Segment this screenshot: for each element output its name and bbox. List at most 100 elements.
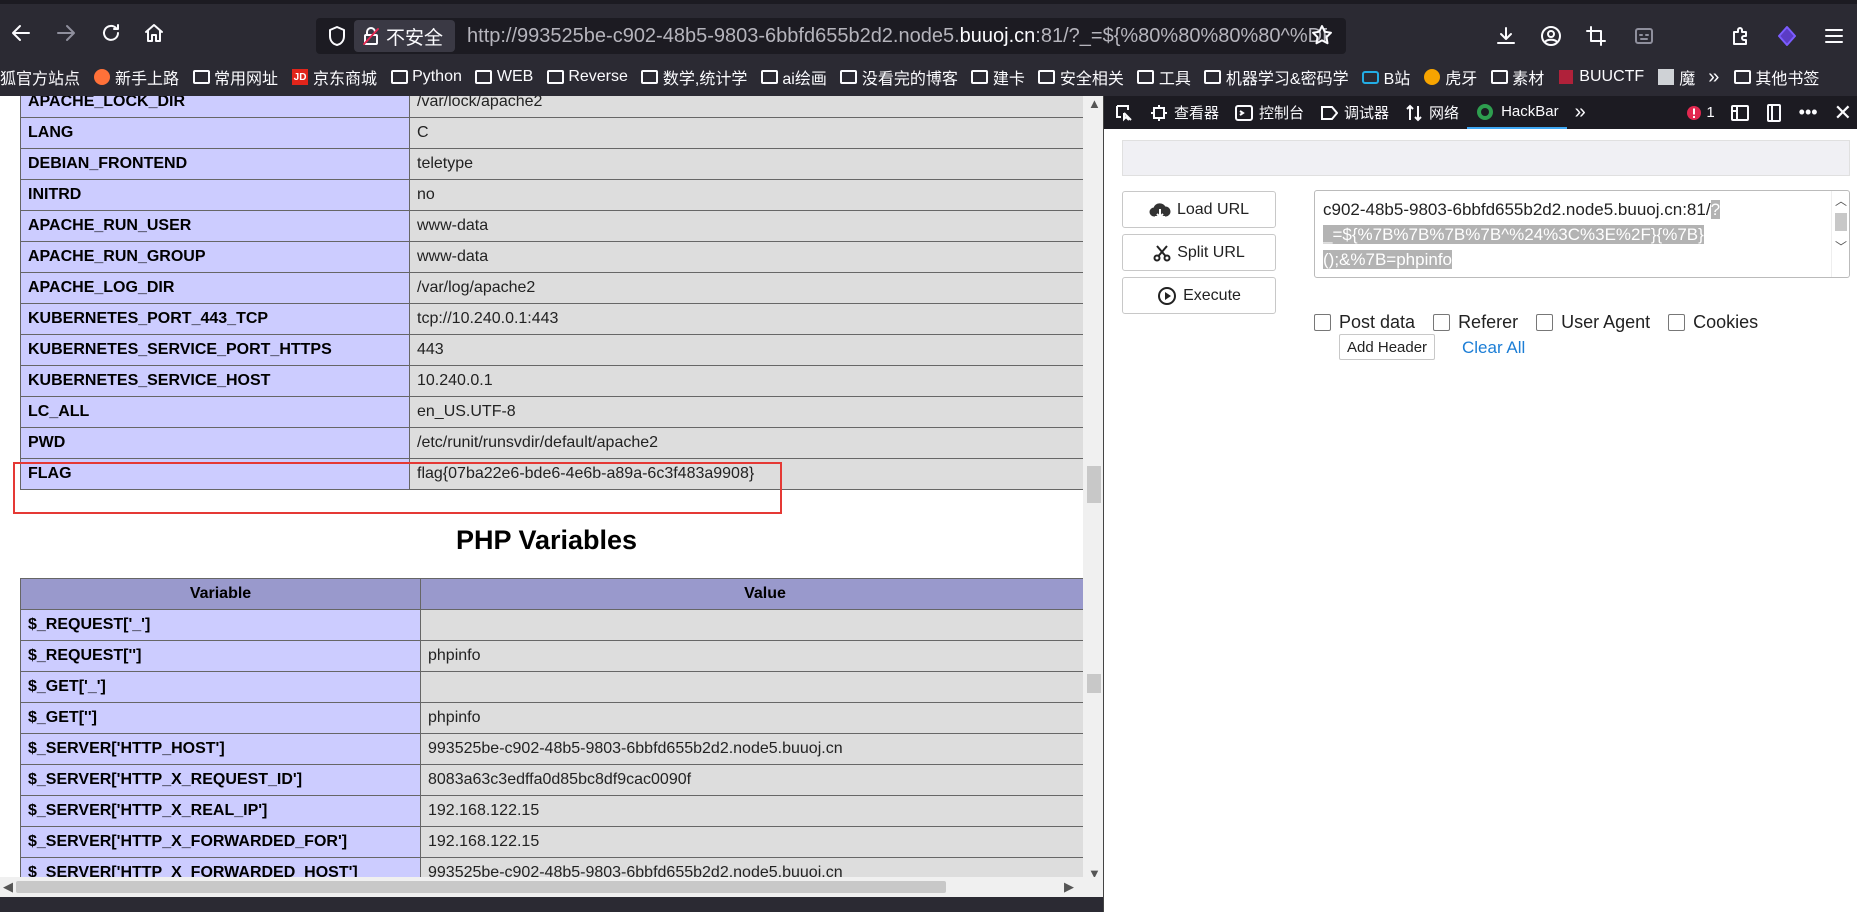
bookmark-item[interactable]: Reverse	[546, 68, 628, 86]
chevron-up-icon[interactable]: ︿	[1835, 191, 1847, 214]
extensions-menu-button[interactable]	[1727, 22, 1755, 50]
bookmark-item[interactable]: Python	[390, 68, 462, 86]
bookmark-item[interactable]: 新手上路	[93, 65, 179, 89]
checkbox-label: Referer	[1458, 312, 1519, 332]
table-row: LANG C	[20, 117, 1103, 149]
devtools-options-icon[interactable]: •••	[1791, 96, 1826, 129]
insecure-label: 不安全	[386, 27, 444, 49]
bookmark-item[interactable]: 素材	[1490, 65, 1544, 89]
forward-button[interactable]	[51, 18, 81, 48]
web-page: APACHE_LOCK_DIR/var/lock/apache2 LANG C DEB…	[0, 96, 1103, 912]
execute-button[interactable]: Execute	[1122, 277, 1276, 314]
post-data-checkbox[interactable]: Post data	[1314, 312, 1415, 333]
bookmark-item[interactable]: JD 京东商城	[291, 65, 377, 89]
bookmarks-overflow-button[interactable]: »	[1708, 66, 1719, 89]
bookmark-label: 新手上路	[115, 71, 180, 88]
page-horizontal-scrollbar[interactable]: ◀ ▶	[0, 877, 1103, 897]
devtools-tab-bar: 查看器 控制台 调试器 网络 HackBar » 1 ••• ✕	[1104, 96, 1857, 129]
bookmarks-toolbar: 狐官方站点 新手上路 常用网址 JD 京东商城 Python WEB Reverse 数学,统计…	[0, 58, 1857, 96]
bookmark-item[interactable]: 数学,统计学	[641, 65, 747, 89]
variable-name: $_SERVER['HTTP_X_REQUEST_ID']	[20, 764, 421, 796]
php-variables-table: Variable Value $_REQUEST['_'] $_REQUEST['…	[20, 578, 1103, 889]
scroll-left-arrow-icon[interactable]: ◀	[3, 879, 13, 895]
vpn-extension-button[interactable]	[1773, 22, 1801, 50]
bookmark-item[interactable]: 机器学习&密码学	[1204, 65, 1349, 89]
bookmark-item[interactable]: ai绘画	[760, 65, 827, 89]
variable-value: 192.168.122.15	[420, 826, 1103, 858]
buuctf-icon	[1557, 69, 1575, 85]
split-url-button[interactable]: Split URL	[1122, 234, 1276, 271]
variable-value: 993525be-c902-48b5-9803-6bbfd655b2d2.nod…	[420, 733, 1103, 765]
button-label: Load URL	[1176, 200, 1250, 218]
site-insecure-indicator[interactable]: 不安全	[354, 20, 456, 52]
tab-label: 网络	[1429, 105, 1460, 122]
table-row: PWD/etc/runit/runsvdir/default/apache2	[20, 427, 1103, 459]
checkbox-box[interactable]	[1314, 314, 1331, 331]
sidebar-toggle-button[interactable]	[1723, 96, 1757, 129]
scrollbar-thumb[interactable]	[1087, 466, 1101, 503]
horizontal-scrollbar-thumb[interactable]	[16, 881, 946, 893]
textarea-scroll-thumb[interactable]	[1835, 213, 1847, 231]
bookmark-item[interactable]: BUUCTF	[1557, 68, 1644, 86]
referer-checkbox[interactable]: Referer	[1433, 312, 1518, 333]
scroll-up-arrow-icon[interactable]: ▲	[1088, 96, 1101, 111]
bookmark-other[interactable]: 其他书签	[1733, 65, 1819, 89]
bookmark-item[interactable]: 建卡	[971, 65, 1025, 89]
element-picker-button[interactable]	[1104, 96, 1142, 129]
extension-button[interactable]	[1630, 22, 1658, 50]
bookmark-item[interactable]: 安全相关	[1038, 65, 1124, 89]
checkbox-box[interactable]	[1536, 314, 1554, 331]
bookmark-item[interactable]: 狐官方站点	[0, 65, 80, 89]
bookmark-item[interactable]: 魔	[1657, 65, 1695, 89]
bookmark-item[interactable]: 工具	[1137, 65, 1191, 89]
textarea-scrollbar[interactable]: ︿ ﹀	[1831, 191, 1849, 277]
bookmark-label: BUUCTF	[1579, 68, 1645, 85]
bookmark-item[interactable]: B站	[1362, 65, 1411, 89]
hackbar-url-textarea[interactable]: c902-48b5-9803-6bbfd655b2d2.node5.buuoj.…	[1314, 190, 1850, 278]
env-value: /etc/runit/runsvdir/default/apache2	[409, 427, 1103, 459]
folder-icon	[971, 69, 989, 85]
url-text[interactable]: http://993525be-c902-48b5-9803-6bbfd655b…	[467, 25, 1327, 48]
tab-network[interactable]: 网络	[1397, 96, 1467, 129]
checkbox-label: User Agent	[1561, 312, 1651, 332]
responsive-mode-button[interactable]	[1757, 96, 1791, 129]
bookmark-item[interactable]: 常用网址	[192, 65, 278, 89]
close-devtools-icon[interactable]: ✕	[1826, 96, 1857, 129]
home-button[interactable]	[139, 18, 169, 48]
user-agent-checkbox[interactable]: User Agent	[1536, 312, 1650, 333]
bookmark-item[interactable]: 虎牙	[1423, 65, 1477, 89]
account-button[interactable]	[1537, 22, 1565, 50]
chevron-down-icon[interactable]: ﹀	[1835, 235, 1847, 260]
tab-debugger[interactable]: 调试器	[1312, 96, 1397, 129]
more-tabs-icon[interactable]: »	[1567, 96, 1594, 129]
error-counter[interactable]: 1	[1678, 96, 1722, 129]
bookmark-label: B站	[1383, 71, 1411, 88]
load-url-button[interactable]: Load URL	[1122, 191, 1276, 228]
tab-console[interactable]: 控制台	[1227, 96, 1312, 129]
checkbox-box[interactable]	[1433, 314, 1451, 331]
tab-hackbar[interactable]: HackBar	[1467, 96, 1567, 129]
downloads-button[interactable]	[1492, 22, 1520, 50]
cookies-checkbox[interactable]: Cookies	[1668, 312, 1758, 333]
address-bar[interactable]: 不安全 http://993525be-c902-48b5-9803-6bbfd…	[316, 18, 1346, 54]
checkbox-box[interactable]	[1668, 314, 1686, 331]
tracking-shield-icon[interactable]	[322, 25, 352, 47]
reload-button[interactable]	[96, 18, 126, 48]
back-button[interactable]	[6, 18, 36, 48]
bookmark-star-button[interactable]	[1310, 23, 1334, 52]
scroll-right-arrow-icon[interactable]: ▶	[1064, 879, 1074, 895]
app-menu-button[interactable]	[1820, 22, 1848, 50]
tab-inspector[interactable]: 查看器	[1142, 96, 1227, 129]
back-arrow-icon	[12, 25, 30, 41]
crop-extension-button[interactable]	[1582, 22, 1610, 50]
bookmark-item[interactable]: 没看完的博客	[840, 65, 958, 89]
folder-icon	[192, 69, 210, 85]
clear-all-link[interactable]: Clear All	[1462, 338, 1525, 358]
table-row: APACHE_LOG_DIR/var/log/apache2	[20, 272, 1103, 304]
bookmark-item[interactable]: WEB	[475, 68, 533, 86]
table-row: KUBERNETES_SERVICE_PORT_HTTPS 443	[20, 334, 1103, 366]
add-header-button[interactable]: Add Header	[1339, 334, 1436, 360]
page-vertical-scrollbar[interactable]: ▲ ▼	[1083, 96, 1103, 883]
broken-lock-icon	[363, 27, 379, 45]
url-selected-text: ?	[1710, 200, 1721, 219]
